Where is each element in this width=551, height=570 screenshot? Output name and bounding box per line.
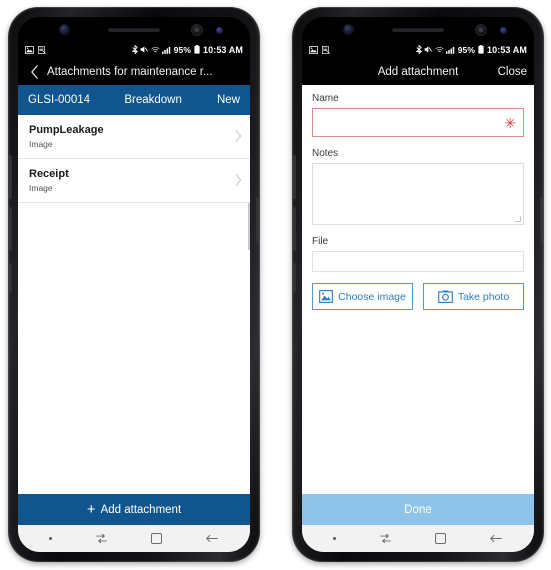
image-icon [309,45,318,54]
phone-device-right: 95% 10:53 AM Add attachment Close Name ✳… [292,7,544,562]
home-icon[interactable] [434,533,446,544]
proximity-sensor-icon [500,27,507,34]
system-nav-bar-right [302,525,534,552]
image-icon [25,45,34,54]
bluetooth-icon [415,44,423,55]
status-bar-left: 95% 10:53 AM [18,41,250,58]
screenshot-icon [322,45,330,54]
record-id: GLSI-00014 [28,94,91,106]
battery-icon [477,45,484,54]
battery-percent: 95% [457,44,476,55]
resize-grip-icon[interactable] [515,216,521,222]
signal-icon [162,46,171,54]
mute-icon [140,45,149,54]
volume-up-button-right[interactable] [293,155,296,199]
system-nav-bar-left [18,525,250,552]
screenshot-stage: 95% 10:53 AM Attachments for maintenance… [0,0,551,570]
notes-input[interactable] [312,163,524,225]
add-attachment-label: Add attachment [100,503,182,516]
attachment-subtitle: Image [29,139,53,149]
plus-icon: + [86,501,96,518]
signal-icon [446,46,455,54]
recents-icon[interactable] [95,532,108,545]
required-asterisk-icon: ✳ [504,114,516,131]
app-title-bar-right: Add attachment Close [302,58,534,85]
app-title-bar-left: Attachments for maintenance r... [18,58,250,85]
volume-up-button-left[interactable] [9,155,12,199]
battery-icon [193,45,200,54]
chevron-right-icon [235,129,242,144]
device-sensor-strip-left [18,17,250,41]
back-arrow-icon[interactable] [489,532,503,545]
screen-right: 95% 10:53 AM Add attachment Close Name ✳… [302,17,534,552]
front-camera-icon [344,25,353,34]
status-time: 10:53 AM [203,44,243,55]
attachment-subtitle: Image [29,183,53,193]
assistant-button-right[interactable] [293,263,296,293]
chevron-right-icon [235,173,242,188]
name-input[interactable]: ✳ [312,108,524,137]
proximity-sensor-icon [216,27,223,34]
record-header: GLSI-00014 Breakdown New [18,85,250,115]
page-title: Attachments for maintenance r... [47,65,213,78]
iris-scanner-icon [476,25,486,35]
name-label: Name [312,93,339,104]
file-field-group: File [312,236,524,272]
choose-image-button[interactable]: Choose image [312,283,413,310]
wifi-icon [151,46,160,54]
record-status-badge: New [216,94,240,106]
home-icon[interactable] [150,533,162,544]
status-time: 10:53 AM [487,44,527,55]
file-input[interactable] [312,251,524,272]
list-item[interactable]: PumpLeakage Image [18,115,250,159]
notes-label: Notes [312,148,339,159]
close-button[interactable]: Close [498,66,527,78]
done-button[interactable]: Done [302,494,534,525]
phone-device-left: 95% 10:53 AM Attachments for maintenance… [8,7,260,562]
app-content-left: GLSI-00014 Breakdown New PumpLeakage Ima… [18,85,250,552]
screen-left: 95% 10:53 AM Attachments for maintenance… [18,17,250,552]
nav-indicator-dot [333,537,337,540]
record-type: Breakdown [124,94,182,106]
bluetooth-icon [131,44,139,55]
page-title: Add attachment [377,65,459,78]
choose-image-label: Choose image [338,290,406,303]
front-camera-icon [60,25,69,34]
power-button-left[interactable] [256,197,259,243]
earpiece-speaker-icon [108,28,160,32]
back-arrow-icon[interactable] [205,532,219,545]
chevron-left-icon[interactable] [26,63,43,80]
mute-icon [424,45,433,54]
attachment-title: PumpLeakage [29,124,104,136]
picture-icon [319,290,334,303]
camera-icon [437,290,453,303]
nav-indicator-dot [49,537,53,540]
battery-percent: 95% [173,44,192,55]
app-content-right: Name ✳ Notes File Choose image Take phot… [302,85,534,552]
add-attachment-form: Name ✳ Notes File Choose image Take phot… [302,85,534,494]
done-label: Done [404,503,432,516]
volume-down-button-right[interactable] [293,207,296,251]
wifi-icon [435,46,444,54]
earpiece-speaker-icon [392,28,444,32]
status-bar-right: 95% 10:53 AM [302,41,534,58]
image-action-buttons: Choose image Take photo [312,283,524,310]
attachment-title: Receipt [29,168,69,180]
assistant-button-left[interactable] [9,263,12,293]
name-field-group: Name ✳ [312,93,524,137]
attachment-list: PumpLeakage Image Receipt Image [18,115,250,494]
power-button-right[interactable] [540,197,543,243]
add-attachment-button[interactable]: + Add attachment [18,494,250,525]
screenshot-icon [38,45,46,54]
device-sensor-strip-right [302,17,534,41]
iris-scanner-icon [192,25,202,35]
volume-down-button-left[interactable] [9,207,12,251]
notes-field-group: Notes [312,148,524,225]
recents-icon[interactable] [379,532,392,545]
take-photo-label: Take photo [457,290,510,303]
take-photo-button[interactable]: Take photo [423,283,524,310]
list-item[interactable]: Receipt Image [18,159,250,203]
file-label: File [312,236,329,247]
